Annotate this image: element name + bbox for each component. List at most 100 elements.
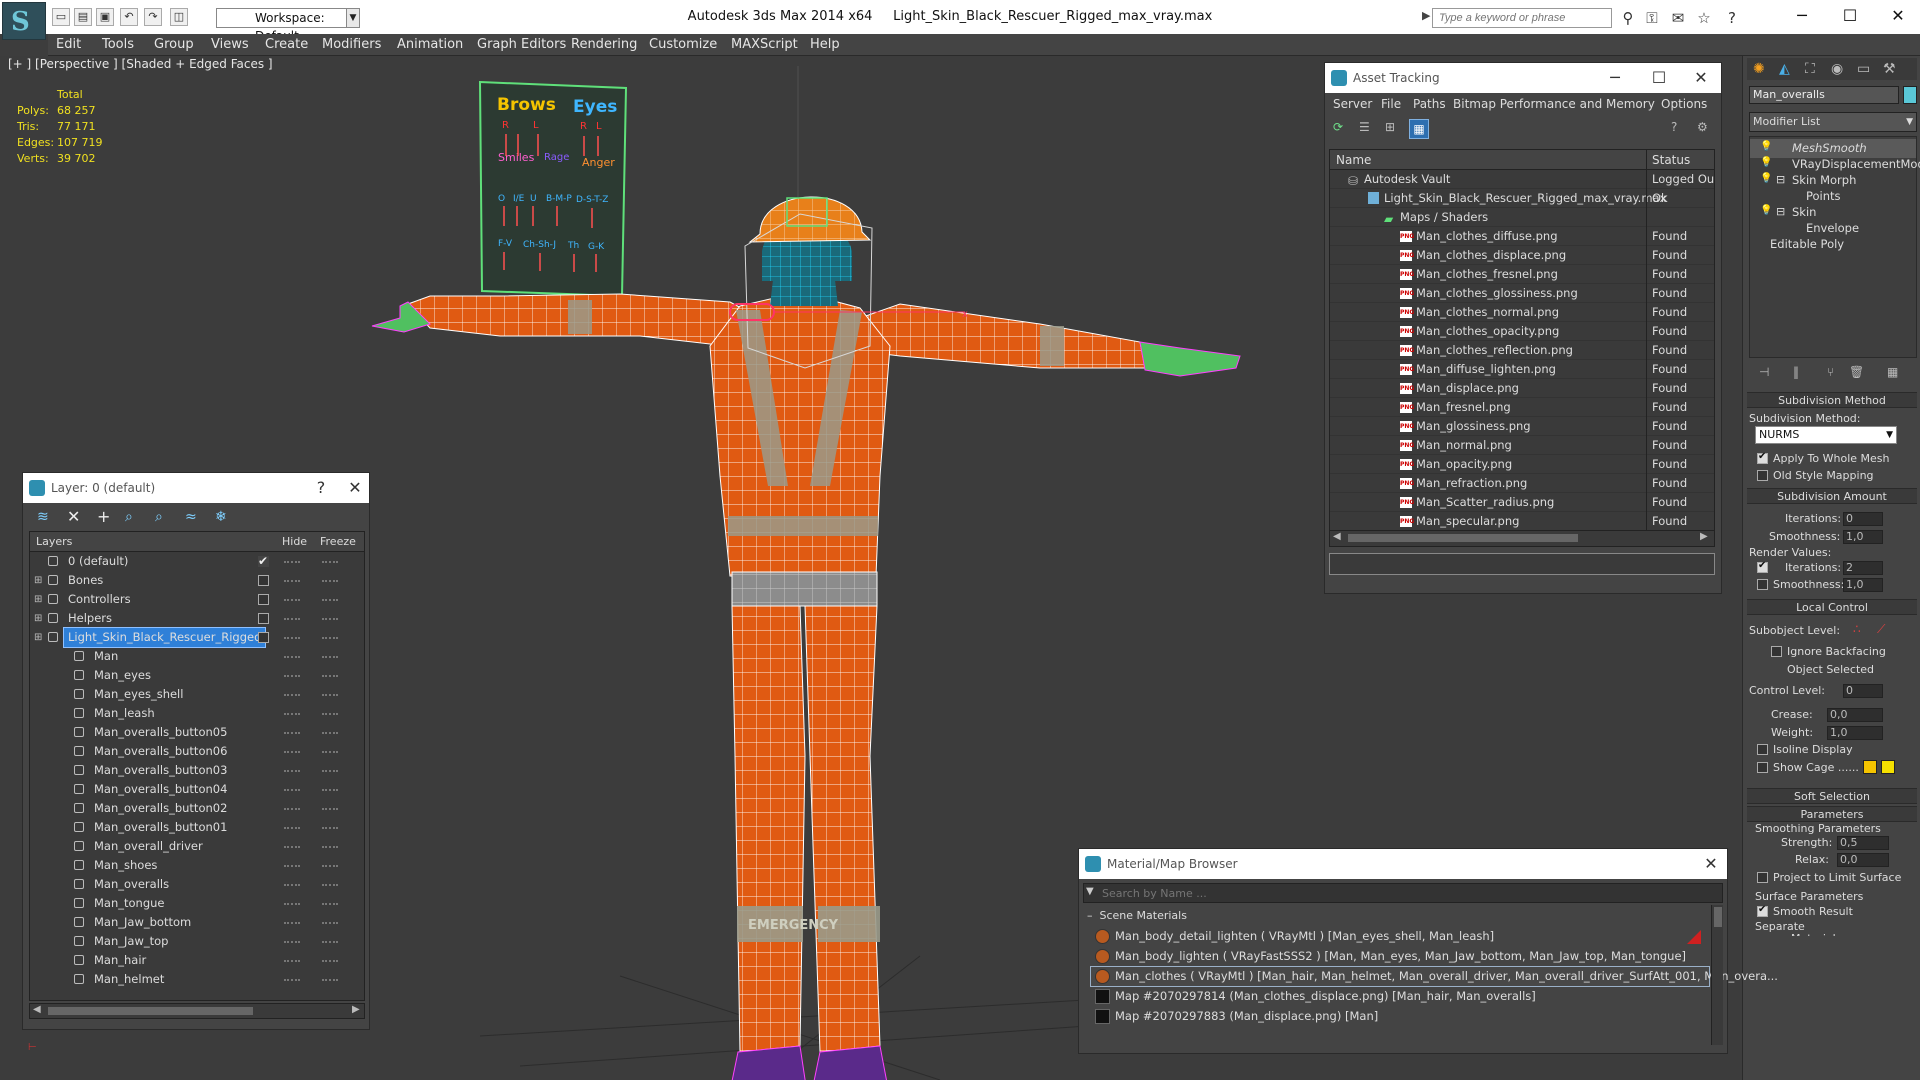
layer-row[interactable]: Man_overalls_button05 [30,723,364,742]
freeze-toggle[interactable] [322,694,338,697]
isoline-display-checkbox[interactable] [1757,744,1768,755]
material-item[interactable]: Man_body_lighten ( VRayFastSSS2 ) [Man, … [1091,947,1709,966]
freeze-toggle[interactable] [322,922,338,925]
layer-row[interactable]: Man_eyes_shell [30,685,364,704]
hide-toggle[interactable] [284,827,300,830]
tree-view-icon[interactable]: ⊞ [1385,120,1395,134]
asset-row[interactable]: PNG Man_glossiness.png Found [1330,417,1714,436]
strength-spinner[interactable]: 0,5 [1837,836,1889,850]
layer-name[interactable]: Man_helmet [90,970,168,989]
maximize-icon[interactable]: ☐ [1647,67,1671,89]
app-logo-icon[interactable]: S [2,2,46,40]
asset-row[interactable]: PNG Man_refraction.png Found [1330,474,1714,493]
scroll-right-icon[interactable]: ▶ [352,1004,360,1015]
layer-row[interactable]: Man_overalls_button03 [30,761,364,780]
material-vscroll[interactable] [1711,905,1723,1045]
freeze-toggle[interactable] [322,618,338,621]
cage-color-2-swatch[interactable] [1881,760,1895,774]
layer-name[interactable]: Man_overalls [90,875,173,894]
modifier-list-dropdown[interactable]: Modifier List ▼ [1749,112,1917,132]
hide-toggle[interactable] [284,846,300,849]
hide-toggle[interactable] [284,675,300,678]
layer-name[interactable]: Man_leash [90,704,159,723]
layer-active-checkbox[interactable] [258,632,269,643]
refresh-icon[interactable]: ⟳ [1333,120,1343,134]
hide-toggle[interactable] [284,656,300,659]
close-window-icon[interactable]: ✕ [1880,4,1916,30]
delete-layer-icon[interactable]: ✕ [67,507,80,526]
freeze-toggle[interactable] [322,960,338,963]
layer-row[interactable]: Man_shoes [30,856,364,875]
material-item[interactable]: Map #2070297814 (Man_clothes_displace.pn… [1091,987,1709,1006]
layer-name[interactable]: Man [90,647,122,666]
asset-row[interactable]: ▰ Maps / Shaders [1330,208,1714,227]
help-button[interactable]: ? [309,477,333,499]
scroll-thumb[interactable] [1714,907,1722,927]
material-item[interactable]: Map #2070297883 (Man_displace.png) [Man] [1091,1007,1709,1026]
expand-icon[interactable]: ⊞ [34,571,42,590]
freeze-toggle[interactable] [322,865,338,868]
bulb-icon[interactable]: 💡 [1760,157,1772,168]
layer-name[interactable]: Man_shoes [90,856,161,875]
layer-row[interactable]: Man_helmet [30,970,364,989]
column-status[interactable]: Status [1652,153,1690,167]
freeze-toggle[interactable] [322,846,338,849]
menu-help[interactable]: Help [810,37,840,52]
hide-toggle[interactable] [284,713,300,716]
collapse-icon[interactable]: ⊟ [1776,205,1785,218]
freeze-toggle[interactable] [322,941,338,944]
iterations-spinner[interactable]: 0 [1843,512,1883,526]
asset-path-field[interactable] [1329,553,1715,575]
bulb-icon[interactable]: 💡 [1760,205,1772,216]
menu-group[interactable]: Group [154,37,194,52]
freeze-toggle[interactable] [322,827,338,830]
collapse-icon[interactable]: ⊟ [1776,173,1785,186]
asset-menu-paths[interactable]: Paths [1413,97,1446,111]
minimize-icon[interactable]: ─ [1603,67,1627,89]
hide-toggle[interactable] [284,637,300,640]
hierarchy-tab-icon[interactable]: ⛶ [1805,61,1815,77]
layer-name[interactable]: Man_overalls_button06 [90,742,231,761]
freeze-toggle[interactable] [322,599,338,602]
layer-name[interactable]: Light_Skin_Black_Rescuer_Rigged [62,627,267,648]
material-item[interactable]: Man_body_detail_lighten ( VRayMtl ) [Man… [1091,927,1709,946]
save-icon[interactable]: ▣ [96,8,114,26]
subdivision-amount-header[interactable]: Subdivision Amount [1747,488,1917,504]
column-hide[interactable]: Hide [282,535,307,548]
control-level-spinner[interactable]: 0 [1843,684,1883,698]
hide-toggle[interactable] [284,941,300,944]
layer-row[interactable]: Man_overall_driver [30,837,364,856]
hide-toggle[interactable] [284,561,300,564]
asset-hscroll[interactable]: ◀ ▶ [1330,530,1714,546]
browser-options-icon[interactable]: ▼ [1086,886,1094,897]
hide-toggle[interactable] [284,979,300,982]
hide-toggle[interactable] [284,599,300,602]
asset-row[interactable]: PNG Man_displace.png Found [1330,379,1714,398]
layer-name[interactable]: Man_hair [90,951,150,970]
asset-row[interactable]: Light_Skin_Black_Rescuer_Rigged_max_vray… [1330,189,1714,208]
freeze-toggle[interactable] [322,561,338,564]
scroll-left-icon[interactable]: ◀ [33,1004,41,1015]
layer-row[interactable]: Man_overalls_button02 [30,799,364,818]
column-layers[interactable]: Layers [36,535,72,548]
utilities-tab-icon[interactable]: ⚒ [1883,61,1896,77]
hide-toggle[interactable] [284,960,300,963]
layer-name[interactable]: Man_eyes [90,666,155,685]
layer-name[interactable]: Man_overalls_button05 [90,723,231,742]
layer-row[interactable]: Man_overalls_button01 [30,818,364,837]
apply-whole-mesh-checkbox[interactable]: ✔ [1757,451,1768,464]
close-icon[interactable]: ✕ [343,477,367,499]
freeze-toggle[interactable] [322,903,338,906]
close-icon[interactable]: ✕ [1699,853,1723,875]
layer-active-checkbox[interactable] [258,575,269,586]
hide-toggle[interactable] [284,770,300,773]
motion-tab-icon[interactable]: ◉ [1831,61,1843,77]
add-to-layer-icon[interactable]: + [97,507,110,526]
asset-row[interactable]: PNG Man_clothes_fresnel.png Found [1330,265,1714,284]
hide-toggle[interactable] [284,694,300,697]
freeze-toggle[interactable] [322,713,338,716]
layer-active-checkbox[interactable] [258,594,269,605]
menu-rendering[interactable]: Rendering [571,37,637,52]
render-iterations-checkbox[interactable]: ✔ [1757,560,1768,573]
list-view-icon[interactable]: ☰ [1359,120,1370,134]
